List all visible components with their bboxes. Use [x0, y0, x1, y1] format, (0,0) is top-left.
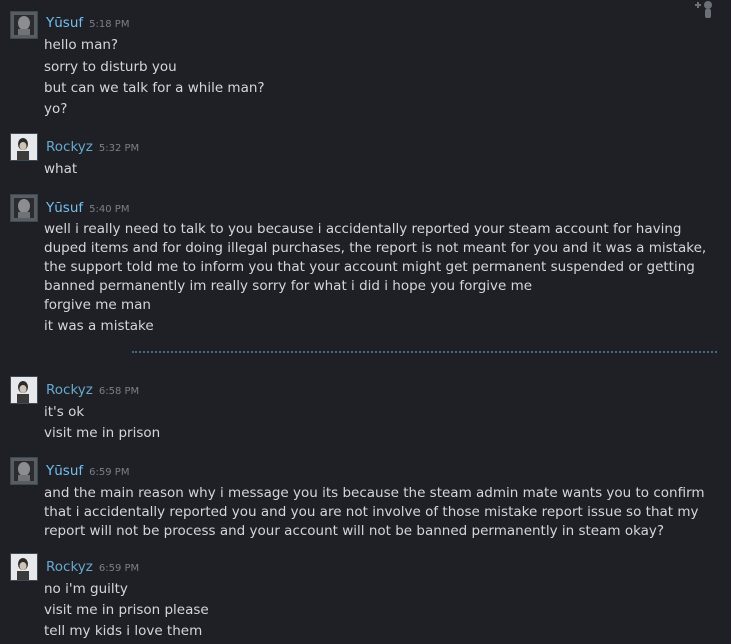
message-text: but can we talk for a while man?	[44, 80, 265, 96]
message-timestamp: 5:32 PM	[98, 143, 140, 154]
message-text: and the main reason why i message you it…	[44, 485, 705, 539]
chat-log: Yūsuf 5:18 PM hello man? sorry to disturb…	[0, 0, 731, 644]
message-text: no i'm guilty	[44, 581, 128, 597]
add-friend-icon[interactable]	[692, 0, 718, 18]
message-text: hello man?	[44, 37, 119, 53]
author-name[interactable]: Rockyz 5:32 PM	[46, 138, 139, 158]
author-name[interactable]: Yūsuf 6:59 PM	[46, 462, 129, 482]
message-text: it's ok	[44, 404, 85, 420]
message-text: well i really need to talk to you becaus…	[44, 221, 707, 294]
message-text: forgive me man	[44, 297, 151, 313]
author-name[interactable]: Rockyz 6:59 PM	[46, 558, 139, 578]
author-label: Yūsuf	[46, 15, 84, 31]
message-text: yo?	[44, 101, 68, 117]
message-text: it was a mistake	[44, 318, 154, 334]
message-timestamp: 5:18 PM	[89, 19, 130, 30]
message-timestamp: 6:59 PM	[89, 467, 130, 478]
author-label: Yūsuf	[46, 463, 84, 479]
author-label: Rockyz	[46, 382, 93, 398]
message-timestamp: 6:59 PM	[98, 563, 140, 574]
message-text: visit me in prison	[44, 425, 161, 441]
author-label: Rockyz	[46, 559, 93, 575]
avatar[interactable]	[10, 457, 38, 485]
author-label: Yūsuf	[46, 200, 84, 216]
message-text: what	[44, 161, 78, 177]
author-name[interactable]: Yūsuf 5:40 PM	[46, 199, 129, 219]
author-name[interactable]: Rockyz 6:58 PM	[46, 381, 139, 401]
author-name[interactable]: Yūsuf 5:18 PM	[46, 14, 129, 34]
avatar[interactable]	[10, 553, 38, 581]
message-text: sorry to disturb you	[44, 59, 177, 75]
new-messages-divider	[132, 351, 717, 353]
avatar[interactable]	[10, 133, 38, 161]
message-text: visit me in prison please	[44, 602, 209, 618]
avatar[interactable]	[10, 194, 38, 222]
message-timestamp: 6:58 PM	[98, 386, 140, 397]
avatar[interactable]	[10, 376, 38, 404]
author-label: Rockyz	[46, 139, 93, 155]
message-text: tell my kids i love them	[44, 623, 203, 639]
message-timestamp: 5:40 PM	[89, 204, 130, 215]
avatar[interactable]	[10, 11, 38, 39]
